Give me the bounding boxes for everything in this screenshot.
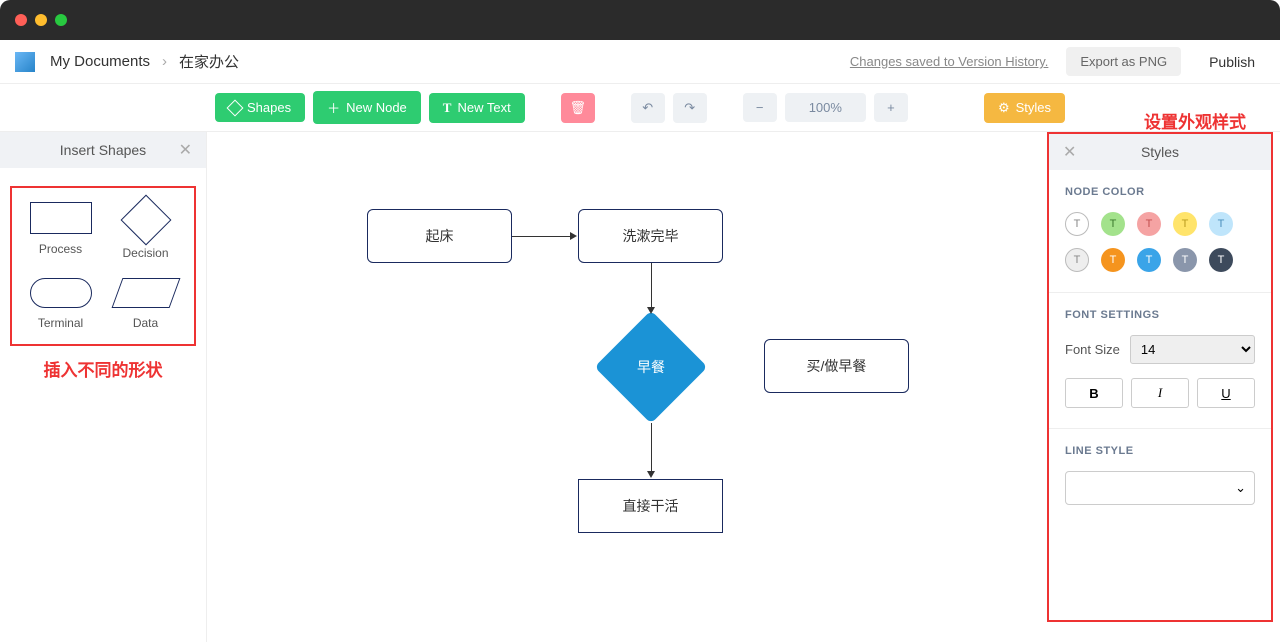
insert-shapes-panel: Insert Shapes ✕ Process Decision Termina… bbox=[0, 132, 207, 642]
node-work[interactable]: 直接干活 bbox=[578, 479, 723, 533]
app-logo bbox=[15, 52, 35, 72]
font-size-label: Font Size bbox=[1065, 342, 1120, 357]
breadcrumb: My Documents › 在家办公 bbox=[50, 51, 239, 72]
node-color-section: NODE COLOR TTTTTTTTTT bbox=[1049, 170, 1271, 293]
close-icon[interactable]: ✕ bbox=[179, 140, 192, 160]
text-icon: T bbox=[443, 100, 452, 116]
redo-button[interactable]: ↷ bbox=[673, 93, 707, 123]
color-swatch[interactable]: T bbox=[1173, 248, 1197, 272]
plus-icon: ＋ bbox=[327, 98, 340, 117]
header: My Documents › 在家办公 Changes saved to Ver… bbox=[0, 40, 1280, 84]
color-swatch[interactable]: T bbox=[1137, 212, 1161, 236]
color-swatch[interactable]: T bbox=[1065, 248, 1089, 272]
annotation-left: 插入不同的形状 bbox=[0, 356, 206, 381]
chevron-down-icon: ⌄ bbox=[1235, 480, 1246, 496]
gear-icon: ⚙ bbox=[998, 100, 1010, 116]
node-breakfast[interactable]: 早餐 bbox=[594, 310, 707, 423]
shape-process[interactable]: Process bbox=[18, 202, 103, 260]
trash-icon: 🗑 bbox=[569, 100, 586, 116]
publish-button[interactable]: Publish bbox=[1199, 47, 1265, 77]
diamond-icon bbox=[226, 99, 243, 116]
shape-terminal[interactable]: Terminal bbox=[18, 278, 103, 330]
underline-button[interactable]: U bbox=[1197, 378, 1255, 408]
font-size-select[interactable]: 14 bbox=[1130, 335, 1255, 364]
new-text-button[interactable]: TNew Text bbox=[429, 93, 525, 123]
bold-button[interactable]: B bbox=[1065, 378, 1123, 408]
node-make[interactable]: 买/做早餐 bbox=[764, 339, 909, 393]
chevron-right-icon: › bbox=[162, 53, 167, 70]
color-swatch[interactable]: T bbox=[1137, 248, 1161, 272]
shape-decision[interactable]: Decision bbox=[103, 202, 188, 260]
line-style-section: LINE STYLE ⌄ bbox=[1049, 429, 1271, 525]
toolbar: Shapes ＋New Node TNew Text 🗑 ↶ ↷ − 100% … bbox=[0, 84, 1280, 132]
new-node-button[interactable]: ＋New Node bbox=[313, 91, 421, 124]
section-heading: LINE STYLE bbox=[1065, 445, 1255, 457]
styles-button[interactable]: ⚙Styles bbox=[984, 93, 1065, 123]
right-panel-title: Styles bbox=[1141, 144, 1179, 160]
font-settings-section: FONT SETTINGS Font Size 14 B I U bbox=[1049, 293, 1271, 429]
delete-button[interactable]: 🗑 bbox=[561, 93, 595, 123]
node-wash[interactable]: 洗漱完毕 bbox=[578, 209, 723, 263]
line-style-select[interactable]: ⌄ bbox=[1065, 471, 1255, 505]
mac-titlebar bbox=[0, 0, 1280, 40]
shapes-grid: Process Decision Terminal Data bbox=[10, 186, 196, 346]
undo-button[interactable]: ↶ bbox=[631, 93, 665, 123]
arrow-icon bbox=[647, 471, 655, 478]
node-wake[interactable]: 起床 bbox=[367, 209, 512, 263]
max-dot[interactable] bbox=[55, 14, 67, 26]
color-swatches: TTTTTTTTTT bbox=[1065, 212, 1255, 272]
section-heading: NODE COLOR bbox=[1065, 186, 1255, 198]
left-panel-title: Insert Shapes bbox=[60, 142, 146, 158]
right-panel-header: ✕ Styles bbox=[1049, 134, 1271, 170]
edge bbox=[651, 263, 652, 309]
canvas[interactable]: 起床 洗漱完毕 早餐 买/做早餐 直接干活 bbox=[207, 132, 1045, 642]
annotation-right: 设置外观样式 bbox=[1144, 108, 1246, 133]
zoom-out-button[interactable]: − bbox=[743, 93, 777, 122]
arrow-icon bbox=[647, 307, 655, 314]
min-dot[interactable] bbox=[35, 14, 47, 26]
edge bbox=[512, 236, 572, 237]
color-swatch[interactable]: T bbox=[1065, 212, 1089, 236]
breadcrumb-current[interactable]: 在家办公 bbox=[179, 51, 239, 72]
undo-icon: ↶ bbox=[642, 100, 653, 116]
shape-data[interactable]: Data bbox=[103, 278, 188, 330]
color-swatch[interactable]: T bbox=[1209, 248, 1233, 272]
zoom-value: 100% bbox=[785, 93, 866, 122]
version-history-link[interactable]: Changes saved to Version History. bbox=[850, 54, 1048, 69]
edge bbox=[651, 423, 652, 473]
styles-panel: ✕ Styles NODE COLOR TTTTTTTTTT FONT SETT… bbox=[1047, 132, 1273, 622]
shapes-button[interactable]: Shapes bbox=[215, 93, 305, 122]
zoom-in-button[interactable]: + bbox=[874, 93, 908, 122]
color-swatch[interactable]: T bbox=[1173, 212, 1197, 236]
close-icon[interactable]: ✕ bbox=[1063, 142, 1076, 162]
section-heading: FONT SETTINGS bbox=[1065, 309, 1255, 321]
redo-icon: ↷ bbox=[684, 100, 695, 116]
breadcrumb-root[interactable]: My Documents bbox=[50, 53, 150, 70]
color-swatch[interactable]: T bbox=[1209, 212, 1233, 236]
color-swatch[interactable]: T bbox=[1101, 212, 1125, 236]
arrow-icon bbox=[570, 232, 577, 240]
export-png-button[interactable]: Export as PNG bbox=[1066, 47, 1181, 76]
italic-button[interactable]: I bbox=[1131, 378, 1189, 408]
left-panel-header: Insert Shapes ✕ bbox=[0, 132, 206, 168]
color-swatch[interactable]: T bbox=[1101, 248, 1125, 272]
close-dot[interactable] bbox=[15, 14, 27, 26]
